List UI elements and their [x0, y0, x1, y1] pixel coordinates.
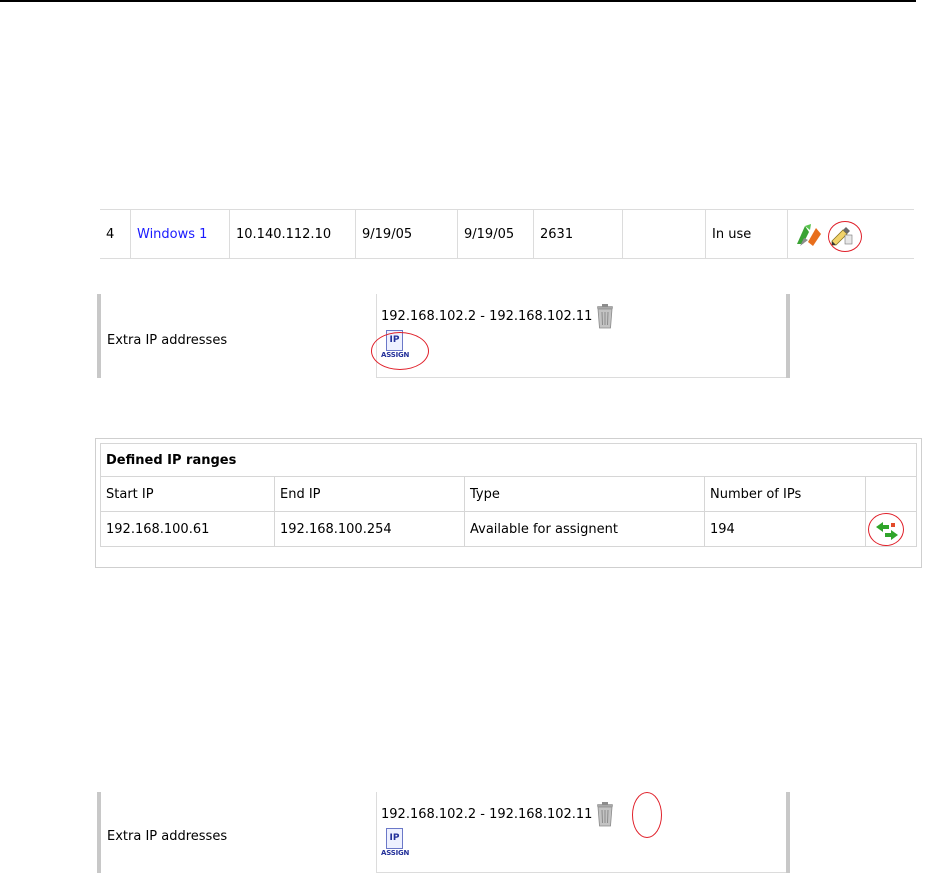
row-status: In use	[706, 210, 788, 258]
cell-type: Available for assignent	[464, 511, 705, 547]
header-actions	[865, 476, 917, 512]
extra-ip-values: 192.168.102.2 - 192.168.102.11 IP ASSIGN	[371, 294, 786, 378]
extra-ip-panel-top: Extra IP addresses 192.168.102.2 - 192.1…	[97, 294, 790, 378]
migrate-icon[interactable]	[794, 220, 828, 248]
ranges-title: Defined IP ranges	[100, 443, 917, 477]
top-rule	[0, 0, 916, 2]
cell-end-ip: 192.168.100.254	[274, 511, 465, 547]
table-row: 4 Windows 1 10.140.112.10 9/19/05 9/19/0…	[100, 209, 914, 259]
row-actions	[788, 210, 914, 258]
header-number-of-ips: Number of IPs	[704, 476, 866, 512]
row-created: 9/19/05	[356, 210, 458, 258]
cell-number-of-ips: 194	[704, 511, 866, 547]
row-size: 2631	[534, 210, 623, 258]
vm-name-link[interactable]: Windows 1	[131, 210, 230, 258]
cell-start-ip: 192.168.100.61	[100, 511, 275, 547]
edit-icon[interactable]	[829, 221, 855, 247]
header-type: Type	[464, 476, 705, 512]
trash-icon[interactable]	[595, 303, 615, 329]
reassign-icon[interactable]	[874, 520, 900, 542]
extra-ip-label: Extra IP addresses	[101, 792, 377, 873]
row-ip: 10.140.112.10	[230, 210, 356, 258]
defined-ip-ranges-table: Defined IP ranges Start IP End IP Type N…	[95, 438, 922, 568]
extra-ip-range: 192.168.102.2 - 192.168.102.11	[381, 806, 593, 822]
extra-ip-range: 192.168.102.2 - 192.168.102.11	[381, 308, 593, 324]
extra-ip-panel-bottom: Extra IP addresses 192.168.102.2 - 192.1…	[97, 792, 790, 873]
cell-actions	[865, 511, 917, 547]
trash-icon[interactable]	[595, 801, 615, 827]
row-empty	[623, 210, 706, 258]
header-start-ip: Start IP	[100, 476, 275, 512]
row-id: 4	[100, 210, 131, 258]
extra-ip-label: Extra IP addresses	[101, 294, 377, 378]
ip-assign-icon[interactable]: IP ASSIGN	[381, 828, 411, 860]
header-end-ip: End IP	[274, 476, 465, 512]
ip-assign-icon[interactable]: IP ASSIGN	[381, 330, 411, 362]
table-row: 192.168.100.61 192.168.100.254 Available…	[100, 511, 917, 547]
row-modified: 9/19/05	[458, 210, 534, 258]
extra-ip-values: 192.168.102.2 - 192.168.102.11 IP ASSIGN	[377, 792, 786, 873]
